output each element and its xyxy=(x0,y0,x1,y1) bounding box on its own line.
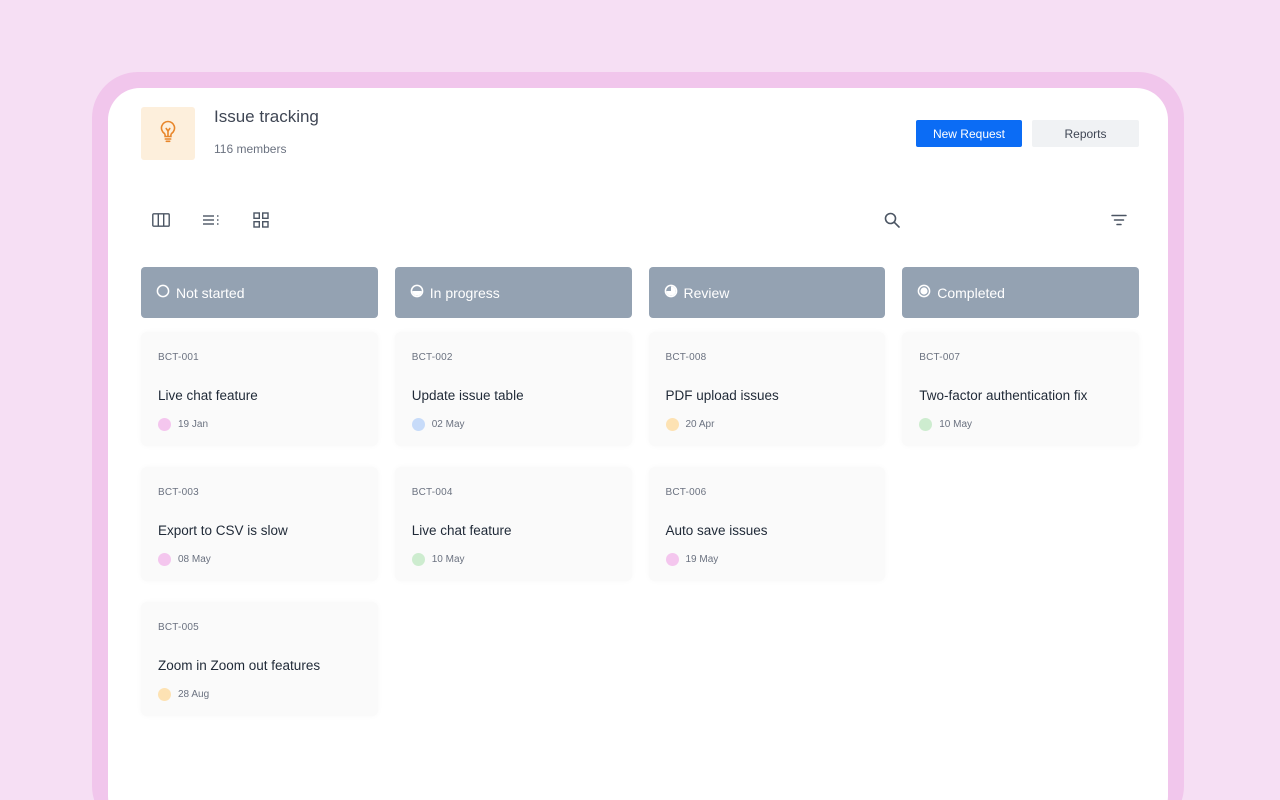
issue-card[interactable]: BCT-005 Zoom in Zoom out features 28 Aug xyxy=(141,602,378,716)
list-view-icon[interactable] xyxy=(200,210,222,230)
issue-date: 28 Aug xyxy=(178,689,210,700)
issue-date: 08 May xyxy=(178,554,211,565)
issue-id: BCT-008 xyxy=(665,352,707,363)
lightbulb-icon xyxy=(157,119,179,148)
issue-card[interactable]: BCT-001 Live chat feature 19 Jan xyxy=(141,332,378,446)
three-quarter-circle-icon xyxy=(664,284,678,301)
issue-id: BCT-002 xyxy=(411,352,453,363)
issue-date: 20 Apr xyxy=(685,419,715,430)
empty-circle-icon xyxy=(156,284,170,301)
column-not-started: Not started BCT-001 Live chat feature 19… xyxy=(141,267,378,716)
issue-card[interactable]: BCT-008 PDF upload issues 20 Apr xyxy=(648,332,886,446)
search-icon[interactable] xyxy=(881,210,903,230)
issue-meta: 19 May xyxy=(665,553,719,566)
filled-circle-icon xyxy=(917,284,931,301)
issue-date: 02 May xyxy=(431,419,465,430)
column-in-progress: In progress BCT-002 Update issue table 0… xyxy=(394,267,632,716)
issue-id: BCT-007 xyxy=(919,352,961,363)
issue-meta: 10 May xyxy=(919,418,972,431)
issue-title: Two-factor authentication fix xyxy=(919,388,1088,403)
app-panel: Issue tracking 116 members New Request R… xyxy=(108,88,1168,800)
issue-date: 19 Jan xyxy=(178,419,209,430)
issue-meta: 19 Jan xyxy=(158,418,208,431)
issue-id: BCT-005 xyxy=(158,622,199,633)
issue-date: 19 May xyxy=(685,554,719,565)
assignee-dot xyxy=(411,418,425,431)
assignee-dot xyxy=(158,418,171,431)
new-request-button[interactable]: New Request xyxy=(916,120,1022,147)
half-circle-icon xyxy=(410,284,424,301)
issue-card[interactable]: BCT-004 Live chat feature 10 May xyxy=(394,467,632,581)
issue-card[interactable]: BCT-007 Two-factor authentication fix 10… xyxy=(902,332,1139,446)
filter-icon[interactable] xyxy=(1108,210,1130,230)
column-header[interactable]: Review xyxy=(648,267,886,318)
issue-date: 10 May xyxy=(939,419,973,430)
issue-title: Live chat feature xyxy=(411,523,512,538)
issue-meta: 02 May xyxy=(411,418,465,431)
column-title: Completed xyxy=(937,284,1005,301)
assignee-dot xyxy=(665,418,679,431)
issue-id: BCT-001 xyxy=(158,352,199,363)
issue-title: PDF upload issues xyxy=(665,388,779,403)
issue-meta: 08 May xyxy=(158,553,211,566)
assignee-dot xyxy=(158,553,171,566)
issue-card[interactable]: BCT-006 Auto save issues 19 May xyxy=(648,467,886,581)
issue-title: Live chat feature xyxy=(158,388,258,403)
issue-title: Update issue table xyxy=(411,388,524,403)
issue-id: BCT-006 xyxy=(665,487,707,498)
assignee-dot xyxy=(411,553,425,566)
issue-id: BCT-003 xyxy=(158,487,199,498)
kanban-board: Not started BCT-001 Live chat feature 19… xyxy=(141,267,1139,716)
assignee-dot xyxy=(665,553,679,566)
reports-button[interactable]: Reports xyxy=(1032,120,1139,147)
column-header[interactable]: Completed xyxy=(902,267,1139,318)
column-header[interactable]: Not started xyxy=(141,267,378,318)
issue-title: Zoom in Zoom out features xyxy=(158,658,321,673)
column-title: Review xyxy=(683,284,730,301)
issue-title: Export to CSV is slow xyxy=(158,523,288,538)
board-view-icon[interactable] xyxy=(150,210,172,230)
column-title: Not started xyxy=(176,284,245,301)
issue-meta: 20 Apr xyxy=(665,418,715,431)
issue-meta: 10 May xyxy=(411,553,465,566)
column-completed: Completed BCT-007 Two-factor authenticat… xyxy=(902,267,1139,716)
issue-id: BCT-004 xyxy=(411,487,453,498)
assignee-dot xyxy=(919,418,933,431)
grid-view-icon[interactable] xyxy=(250,210,272,230)
column-title: In progress xyxy=(429,284,500,301)
issue-card[interactable]: BCT-003 Export to CSV is slow 08 May xyxy=(141,467,378,581)
issue-meta: 28 Aug xyxy=(158,688,209,701)
column-review: Review BCT-008 PDF upload issues 20 Apr … xyxy=(648,267,886,716)
member-count: 116 members xyxy=(214,142,287,156)
column-header[interactable]: In progress xyxy=(394,267,632,318)
project-logo xyxy=(141,107,195,160)
assignee-dot xyxy=(158,688,171,701)
issue-card[interactable]: BCT-002 Update issue table 02 May xyxy=(394,332,632,446)
issue-date: 10 May xyxy=(431,554,465,565)
issue-title: Auto save issues xyxy=(665,523,768,538)
page-title: Issue tracking xyxy=(214,107,319,126)
